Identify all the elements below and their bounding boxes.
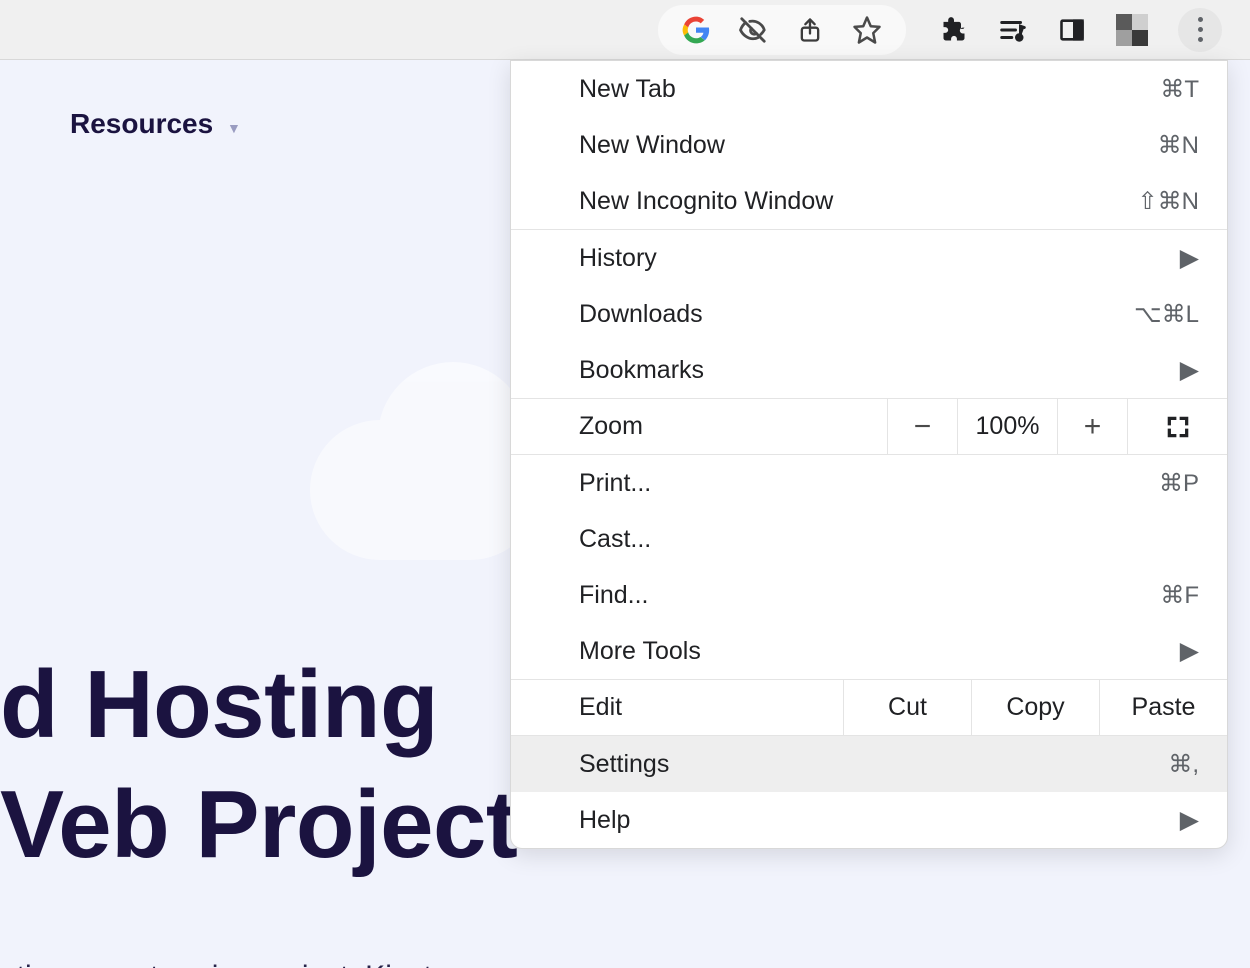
edit-copy-button[interactable]: Copy [971,680,1099,735]
menu-bookmarks[interactable]: Bookmarks ▶ [511,342,1227,398]
eye-off-icon[interactable] [738,15,768,45]
menu-zoom-label: Zoom [511,399,887,454]
hero-line-1: d Hosting [0,650,438,760]
browser-toolbar [0,0,1250,60]
hero-line-2: Veb Project [0,770,517,880]
menu-zoom-row: Zoom − 100% + [511,399,1227,455]
nav-resources[interactable]: Resources ▼ [70,108,241,140]
menu-label: History [579,244,1180,273]
menu-history[interactable]: History ▶ [511,230,1227,286]
menu-find[interactable]: Find... ⌘F [511,567,1227,623]
toolbar-icons [940,8,1222,52]
menu-label: Find... [579,581,1160,610]
google-icon[interactable] [682,16,710,44]
star-icon[interactable] [852,15,882,45]
menu-label: Bookmarks [579,356,1180,385]
hero-subtext: ation, or enterprise project, Kinsta [0,960,449,968]
browser-menu-button[interactable] [1178,8,1222,52]
menu-label: Downloads [579,300,1134,329]
nav-resources-label: Resources [70,108,213,139]
zoom-value: 100% [957,399,1057,454]
profile-avatar[interactable] [1116,14,1148,46]
menu-label: New Tab [579,75,1160,104]
chevron-right-icon: ▶ [1180,355,1199,385]
fullscreen-button[interactable] [1127,399,1227,454]
browser-menu: New Tab ⌘T New Window ⌘N New Incognito W… [510,60,1228,849]
chevron-right-icon: ▶ [1180,636,1199,666]
menu-label: New Window [579,131,1158,160]
menu-edit-label: Edit [511,680,843,735]
menu-edit-row: Edit Cut Copy Paste [511,680,1227,736]
menu-label: New Incognito Window [579,187,1138,216]
extensions-icon[interactable] [940,16,968,44]
menu-shortcut: ⌘, [1168,750,1199,779]
menu-shortcut: ⌘T [1160,75,1199,104]
menu-cast[interactable]: Cast... [511,511,1227,567]
share-icon[interactable] [796,15,824,45]
omnibox-icons [658,5,906,55]
chevron-right-icon: ▶ [1180,805,1199,835]
menu-shortcut: ⇧⌘N [1138,187,1199,216]
menu-label: Settings [579,750,1168,779]
menu-shortcut: ⌘P [1159,469,1199,498]
edit-paste-button[interactable]: Paste [1099,680,1227,735]
menu-help[interactable]: Help ▶ [511,792,1227,848]
menu-new-incognito[interactable]: New Incognito Window ⇧⌘N [511,173,1227,229]
zoom-in-button[interactable]: + [1057,399,1127,454]
menu-shortcut: ⌥⌘L [1134,300,1199,329]
menu-downloads[interactable]: Downloads ⌥⌘L [511,286,1227,342]
menu-label: Print... [579,469,1159,498]
menu-new-tab[interactable]: New Tab ⌘T [511,61,1227,117]
menu-settings[interactable]: Settings ⌘, [511,736,1227,792]
menu-label: Help [579,806,1180,835]
chevron-right-icon: ▶ [1180,243,1199,273]
cloud-graphic [310,420,540,560]
side-panel-icon[interactable] [1058,16,1086,44]
menu-new-window[interactable]: New Window ⌘N [511,117,1227,173]
zoom-out-button[interactable]: − [887,399,957,454]
menu-print[interactable]: Print... ⌘P [511,455,1227,511]
menu-more-tools[interactable]: More Tools ▶ [511,623,1227,679]
menu-shortcut: ⌘N [1158,131,1199,160]
edit-cut-button[interactable]: Cut [843,680,971,735]
menu-label: Cast... [579,525,1199,554]
chevron-down-icon: ▼ [227,120,241,136]
music-queue-icon[interactable] [998,15,1028,45]
menu-shortcut: ⌘F [1160,581,1199,610]
menu-label: More Tools [579,637,1180,666]
